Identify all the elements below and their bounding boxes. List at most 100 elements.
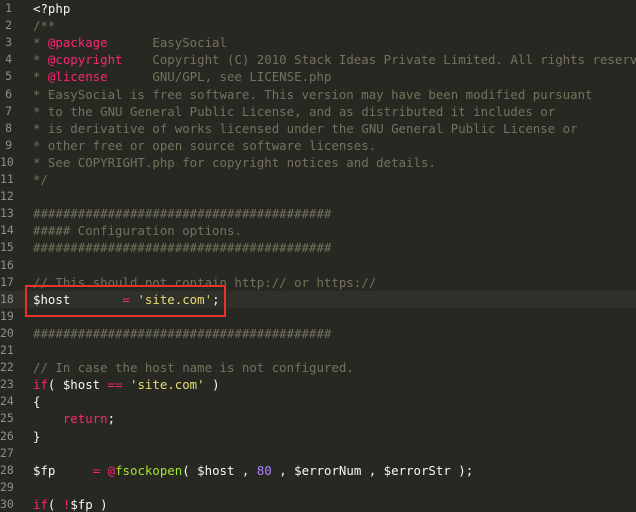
code-line[interactable]: 25 return; [0,410,636,427]
line-number: 20 [0,325,14,340]
code-line[interactable]: 19 [0,308,636,325]
code-line[interactable]: 5 * @license GNU/GPL, see LICENSE.php [0,68,636,85]
code-line[interactable]: 7 * to the GNU General Public License, an… [0,103,636,120]
code-text: * See COPYRIGHT.php for copyright notice… [33,154,436,171]
code-token: * other free or open source software lic… [33,137,377,153]
code-token: ######################################## [33,206,332,222]
code-token: @ [107,462,116,478]
code-text: * other free or open source software lic… [33,137,376,154]
line-number: 8 [5,120,12,135]
code-text: if( $host == 'site.com' ) [33,376,220,393]
code-token: } [33,428,41,444]
code-line[interactable]: 27 [0,445,636,462]
code-editor[interactable]: 1 <?php 2 /** 3 * @package EasySocial 4 * @copy… [0,0,636,512]
code-line[interactable]: 3 * @package EasySocial [0,34,636,51]
code-line[interactable]: 15 ######################################… [0,239,636,256]
code-text: * @copyright Copyright (C) 2010 Stack Id… [33,51,636,68]
code-text: * is derivative of works licensed under … [33,120,578,137]
code-token: ) [204,377,220,393]
code-line[interactable]: 8 * is derivative of works licensed under… [0,120,636,137]
code-text: // In case the host name is not configur… [33,359,354,376]
code-line[interactable]: 29 [0,479,636,496]
code-token: $fp ) [70,496,108,512]
line-number: 14 [0,223,14,238]
line-number: 25 [0,411,14,426]
code-token: EasySocial [107,35,227,51]
code-text: ######################################## [33,205,331,222]
code-token: return [62,411,108,427]
code-text: * @package EasySocial [33,34,227,51]
code-token: /** [33,18,56,34]
code-line[interactable]: 11 */ [0,171,636,188]
code-line[interactable]: 17 // This should not contain http:// or … [0,274,636,291]
code-token: ( [47,496,63,512]
code-text: ######################################## [33,239,331,256]
line-number: 7 [5,103,12,118]
code-text: return; [33,410,115,427]
code-line[interactable]: 6 * EasySocial is free software. This ver… [0,86,636,103]
line-number: 5 [5,69,12,84]
code-line[interactable]: 2 /** [0,17,636,34]
code-token: @license [47,69,108,85]
code-line[interactable]: 14 ##### Configuration options. [0,222,636,239]
code-text: * @license GNU/GPL, see LICENSE.php [33,68,331,85]
line-number: 15 [0,240,14,255]
code-token: // This should not contain http:// or ht… [33,274,377,290]
code-token: GNU/GPL, see LICENSE.php [107,69,332,85]
code-token: * to the GNU General Public License, and… [33,103,556,119]
line-number: 1 [5,1,12,15]
code-text: } [33,428,40,445]
code-text: /** [33,17,55,34]
line-number: 26 [0,428,14,443]
code-text: // This should not contain http:// or ht… [33,274,376,291]
line-number: 24 [0,394,14,409]
line-number: 9 [5,137,12,152]
line-number: 27 [0,445,14,460]
code-line[interactable]: 18 $host = 'site.com'; [0,290,636,308]
code-text: * EasySocial is free software. This vers… [33,86,593,103]
code-token: , $errorNum , $errorStr ); [271,462,474,478]
line-number: 10 [0,154,14,169]
code-line[interactable]: 20 ######################################… [0,325,636,342]
code-text: */ [33,171,48,188]
line-number: 16 [0,257,14,272]
code-token: * [33,35,48,51]
line-number: 23 [0,377,14,392]
code-line[interactable]: 23 if( $host == 'site.com' ) [0,376,636,393]
code-token: */ [33,172,48,187]
line-number: 12 [0,189,14,204]
code-token: @package [47,35,108,51]
code-line[interactable]: 22 // In case the host name is not config… [0,359,636,376]
code-token: fsockopen [115,462,183,478]
code-line[interactable]: 24 { [0,393,636,410]
code-token: * [33,69,48,85]
code-line[interactable]: 30 if( !$fp ) [0,496,636,512]
code-line[interactable]: 13 ######################################… [0,205,636,222]
code-line[interactable]: 12 [0,188,636,205]
code-token: 'site.com' [137,291,213,307]
code-token: $fp [33,462,93,478]
code-text: ##### Configuration options. [33,222,242,239]
code-line[interactable]: 28 $fp = @fsockopen( $host , 80 , $errorN… [0,462,636,479]
code-token: * [33,52,48,68]
code-token: 'site.com' [130,377,205,393]
code-token: ( $host , [182,462,257,478]
line-number: 6 [5,86,12,101]
code-text: if( !$fp ) [33,496,108,512]
code-line[interactable]: 16 [0,257,636,274]
code-token: Copyright (C) 2010 Stack Ideas Private L… [122,52,636,68]
code-token: if [33,377,48,393]
line-number: 18 [0,291,14,306]
code-text: * to the GNU General Public License, and… [33,103,555,120]
code-line[interactable]: 1 <?php [0,0,636,17]
code-line[interactable]: 10 * See COPYRIGHT.php for copyright noti… [0,154,636,171]
code-token: * EasySocial is free software. This vers… [33,86,593,102]
code-line[interactable]: 9 * other free or open source software li… [0,137,636,154]
code-line[interactable]: 4 * @copyright Copyright (C) 2010 Stack I… [0,51,636,68]
line-number: 29 [0,479,14,494]
code-token: $host [33,291,123,307]
code-line[interactable]: 26} [0,428,636,445]
code-line[interactable]: 21 [0,342,636,359]
line-number: 11 [0,172,14,186]
